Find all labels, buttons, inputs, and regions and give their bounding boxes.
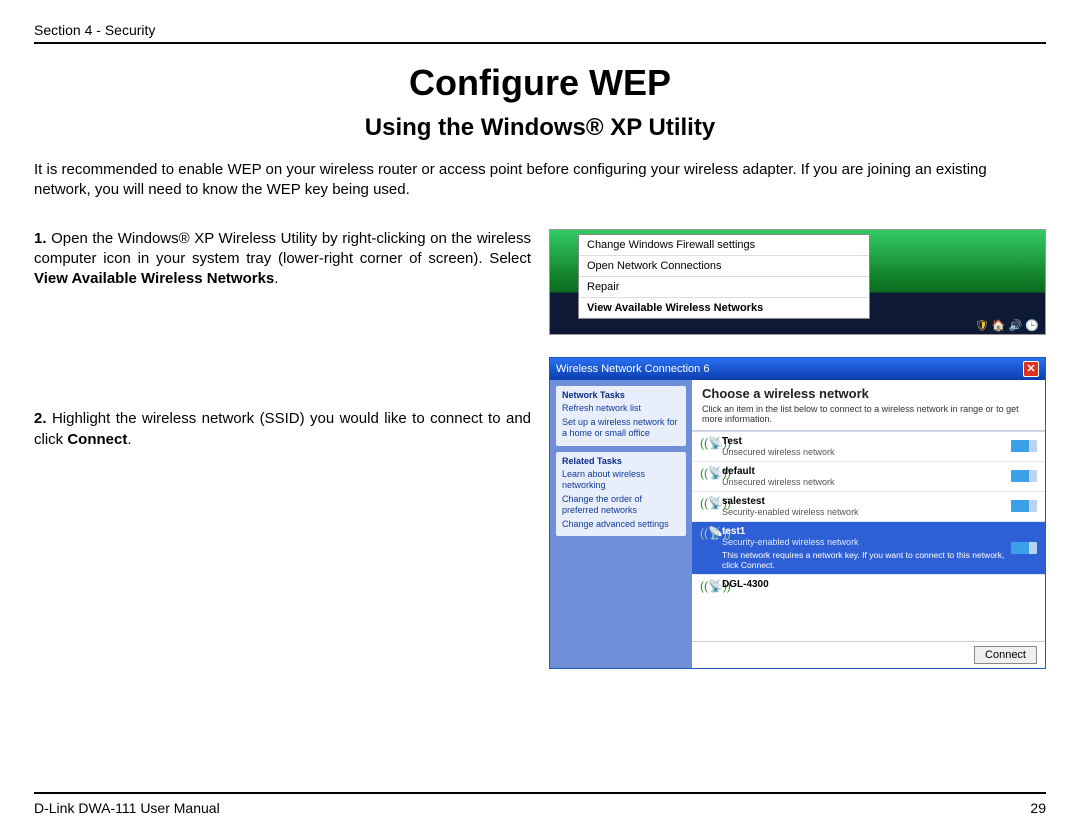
- sidebar-heading: Related Tasks: [562, 456, 680, 467]
- sidebar-heading: Network Tasks: [562, 390, 680, 401]
- sidebar-link[interactable]: Set up a wireless network for a home or …: [562, 417, 680, 439]
- related-tasks-box: Related Tasks Learn about wireless netwo…: [556, 452, 686, 537]
- signal-icon: [1011, 470, 1037, 482]
- step-2: 2. Highlight the wireless network (SSID)…: [34, 409, 531, 450]
- wireless-window: Wireless Network Connection 6 ✕ Network …: [549, 357, 1046, 669]
- choose-description: Click an item in the list below to conne…: [702, 404, 1035, 424]
- footer-page: 29: [1030, 800, 1046, 816]
- window-titlebar: Wireless Network Connection 6 ✕: [550, 358, 1045, 380]
- sidebar: Network Tasks Refresh network list Set u…: [550, 380, 692, 668]
- intro-paragraph: It is recommended to enable WEP on your …: [34, 160, 1046, 201]
- antenna-icon: ((📡)): [700, 496, 716, 510]
- sidebar-link[interactable]: Change the order of preferred networks: [562, 494, 680, 516]
- sidebar-link[interactable]: Learn about wireless networking: [562, 469, 680, 491]
- menu-item[interactable]: Repair: [579, 277, 869, 298]
- connect-button[interactable]: Connect: [974, 646, 1037, 664]
- page-title: Configure WEP: [34, 62, 1046, 104]
- network-item-selected[interactable]: ((📡)) test1Security-enabled wireless net…: [692, 522, 1045, 575]
- network-item[interactable]: ((📡)) defaultUnsecured wireless network: [692, 462, 1045, 492]
- network-item[interactable]: ((📡)) TestUnsecured wireless network: [692, 432, 1045, 462]
- section-header: Section 4 - Security: [34, 22, 1046, 44]
- signal-icon: [1011, 500, 1037, 512]
- window-title-text: Wireless Network Connection 6: [556, 363, 709, 375]
- menu-item[interactable]: View Available Wireless Networks: [579, 298, 869, 318]
- system-tray-icons: 🛡 🏠 🔊 🕒: [975, 319, 1039, 332]
- network-item[interactable]: ((📡)) DGL-4300: [692, 575, 1045, 597]
- antenna-icon: ((📡)): [700, 579, 716, 593]
- network-item[interactable]: ((📡)) salestestSecurity-enabled wireless…: [692, 492, 1045, 522]
- context-menu: Change Windows Firewall settings Open Ne…: [578, 234, 870, 319]
- context-menu-figure: Change Windows Firewall settings Open Ne…: [549, 229, 1046, 335]
- sidebar-link[interactable]: Refresh network list: [562, 403, 680, 414]
- step-1: 1. Open the Windows® XP Wireless Utility…: [34, 229, 531, 290]
- footer-manual: D-Link DWA-111 User Manual: [34, 800, 220, 816]
- close-icon[interactable]: ✕: [1023, 361, 1039, 377]
- menu-item[interactable]: Open Network Connections: [579, 256, 869, 277]
- menu-item[interactable]: Change Windows Firewall settings: [579, 235, 869, 256]
- choose-heading: Choose a wireless network: [702, 386, 1035, 401]
- signal-icon: [1011, 440, 1037, 452]
- signal-icon: [1011, 542, 1037, 554]
- network-list: ((📡)) TestUnsecured wireless network ((📡…: [692, 431, 1045, 641]
- network-tasks-box: Network Tasks Refresh network list Set u…: [556, 386, 686, 446]
- antenna-icon: ((📡)): [700, 466, 716, 480]
- sidebar-link[interactable]: Change advanced settings: [562, 519, 680, 530]
- antenna-icon: ((📡)): [700, 436, 716, 450]
- antenna-icon: ((📡)): [700, 526, 716, 540]
- page-subtitle: Using the Windows® XP Utility: [34, 114, 1046, 142]
